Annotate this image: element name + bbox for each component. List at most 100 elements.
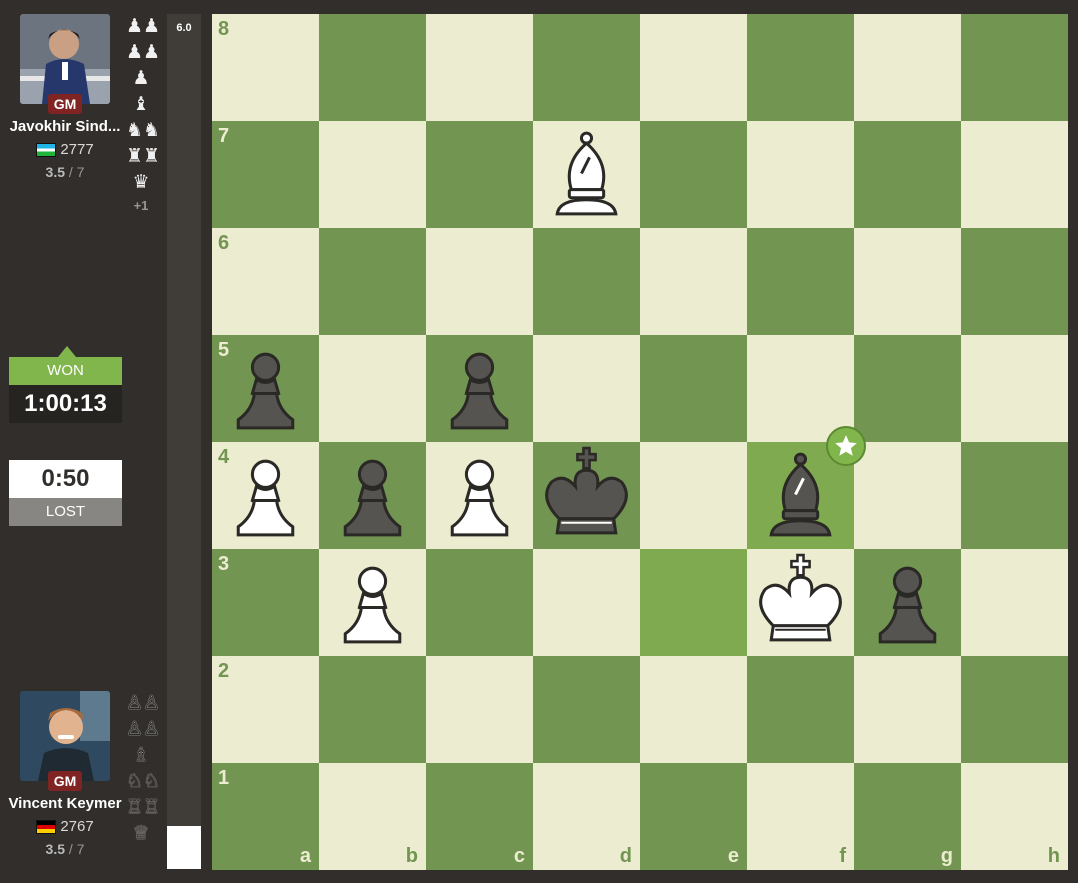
square-f5[interactable] xyxy=(747,335,854,442)
square-h8[interactable] xyxy=(961,14,1068,121)
white-pawn-piece[interactable] xyxy=(212,442,319,549)
square-d3[interactable] xyxy=(533,549,640,656)
rank-label: 3 xyxy=(218,553,230,575)
bottom-player-score: 3.5 / 7 xyxy=(45,841,85,857)
square-g5[interactable] xyxy=(854,335,961,442)
square-e4[interactable] xyxy=(640,442,747,549)
square-g2[interactable] xyxy=(854,656,961,763)
evaluation-bar[interactable]: 6.0 xyxy=(167,14,201,869)
result-pointer-icon xyxy=(58,346,76,357)
square-b3[interactable] xyxy=(319,549,426,656)
square-f1[interactable]: f xyxy=(747,763,854,870)
square-d2[interactable] xyxy=(533,656,640,763)
bottom-player-avatar[interactable] xyxy=(20,691,110,781)
square-e2[interactable] xyxy=(640,656,747,763)
square-f7[interactable] xyxy=(747,121,854,228)
captured-pawns-icon: ♙♙ xyxy=(126,693,161,714)
square-g4[interactable] xyxy=(854,442,961,549)
rank-label: 6 xyxy=(218,232,230,254)
captured-rooks-icon: ♜♜ xyxy=(126,146,161,167)
square-d4[interactable] xyxy=(533,442,640,549)
square-a1[interactable]: 1a xyxy=(212,763,319,870)
white-bishop-piece[interactable] xyxy=(533,121,640,228)
square-a5[interactable]: 5 xyxy=(212,335,319,442)
white-pawn-piece[interactable] xyxy=(319,549,426,656)
black-pawn-piece[interactable] xyxy=(426,335,533,442)
square-h6[interactable] xyxy=(961,228,1068,335)
square-c1[interactable]: c xyxy=(426,763,533,870)
white-king-piece[interactable] xyxy=(747,549,854,656)
rank-label: 1 xyxy=(218,767,230,789)
top-player-captured-pieces: ♟♟ ♟♟ ♟ ♝ ♞♞ ♜♜ ♛ +1 xyxy=(126,14,161,213)
square-a6[interactable]: 6 xyxy=(212,228,319,335)
square-e8[interactable] xyxy=(640,14,747,121)
captured-pawns-icon: ♟♟ xyxy=(126,16,161,37)
square-f2[interactable] xyxy=(747,656,854,763)
square-c6[interactable] xyxy=(426,228,533,335)
square-c4[interactable] xyxy=(426,442,533,549)
square-f8[interactable] xyxy=(747,14,854,121)
square-e1[interactable]: e xyxy=(640,763,747,870)
square-b4[interactable] xyxy=(319,442,426,549)
square-g7[interactable] xyxy=(854,121,961,228)
captured-pawns-icon: ♟♟ xyxy=(126,42,161,63)
square-a8[interactable]: 8 xyxy=(212,14,319,121)
eval-value: 6.0 xyxy=(176,22,192,34)
square-h3[interactable] xyxy=(961,549,1068,656)
square-g3[interactable] xyxy=(854,549,961,656)
bottom-player-panel: GM Vincent Keymer 2767 3.5 / 7 xyxy=(0,691,130,857)
square-g8[interactable] xyxy=(854,14,961,121)
square-h2[interactable] xyxy=(961,656,1068,763)
top-result-label: WON xyxy=(9,357,122,385)
square-e5[interactable] xyxy=(640,335,747,442)
square-h7[interactable] xyxy=(961,121,1068,228)
black-pawn-piece[interactable] xyxy=(212,335,319,442)
white-pawn-piece[interactable] xyxy=(426,442,533,549)
square-b2[interactable] xyxy=(319,656,426,763)
square-c5[interactable] xyxy=(426,335,533,442)
square-h4[interactable] xyxy=(961,442,1068,549)
file-label: e xyxy=(727,845,739,867)
top-player-name[interactable]: Javokhir Sind... xyxy=(0,118,130,135)
captured-bishop-icon: ♝ xyxy=(132,94,150,115)
square-b8[interactable] xyxy=(319,14,426,121)
square-a2[interactable]: 2 xyxy=(212,656,319,763)
square-c7[interactable] xyxy=(426,121,533,228)
square-f3[interactable] xyxy=(747,549,854,656)
square-e6[interactable] xyxy=(640,228,747,335)
square-a7[interactable]: 7 xyxy=(212,121,319,228)
square-c2[interactable] xyxy=(426,656,533,763)
square-b7[interactable] xyxy=(319,121,426,228)
square-c3[interactable] xyxy=(426,549,533,656)
square-c8[interactable] xyxy=(426,14,533,121)
black-pawn-piece[interactable] xyxy=(319,442,426,549)
file-label: a xyxy=(299,845,311,867)
square-a3[interactable]: 3 xyxy=(212,549,319,656)
square-e3[interactable] xyxy=(640,549,747,656)
square-d8[interactable] xyxy=(533,14,640,121)
square-d1[interactable]: d xyxy=(533,763,640,870)
square-d5[interactable] xyxy=(533,335,640,442)
square-h1[interactable]: h xyxy=(961,763,1068,870)
top-player-title-badge: GM xyxy=(47,94,83,114)
black-king-piece[interactable] xyxy=(533,442,640,549)
square-e7[interactable] xyxy=(640,121,747,228)
square-h5[interactable] xyxy=(961,335,1068,442)
black-pawn-piece[interactable] xyxy=(854,549,961,656)
square-b6[interactable] xyxy=(319,228,426,335)
bottom-player-captured-pieces: ♙♙ ♙♙ ♗ ♘♘ ♖♖ ♕ xyxy=(126,691,161,847)
square-b1[interactable]: b xyxy=(319,763,426,870)
bottom-player-name[interactable]: Vincent Keymer xyxy=(0,795,130,812)
square-a4[interactable]: 4 xyxy=(212,442,319,549)
square-g1[interactable]: g xyxy=(854,763,961,870)
bottom-player-rating: 2767 xyxy=(60,818,94,835)
square-b5[interactable] xyxy=(319,335,426,442)
top-clock: 1:00:13 xyxy=(9,385,122,423)
top-player-avatar[interactable] xyxy=(20,14,110,104)
square-d6[interactable] xyxy=(533,228,640,335)
chess-board[interactable]: 87 6 5 4 3 2 1 a b c d e f g h xyxy=(212,14,1068,870)
rank-label: 2 xyxy=(218,660,230,682)
square-g6[interactable] xyxy=(854,228,961,335)
square-d7[interactable] xyxy=(533,121,640,228)
square-f6[interactable] xyxy=(747,228,854,335)
